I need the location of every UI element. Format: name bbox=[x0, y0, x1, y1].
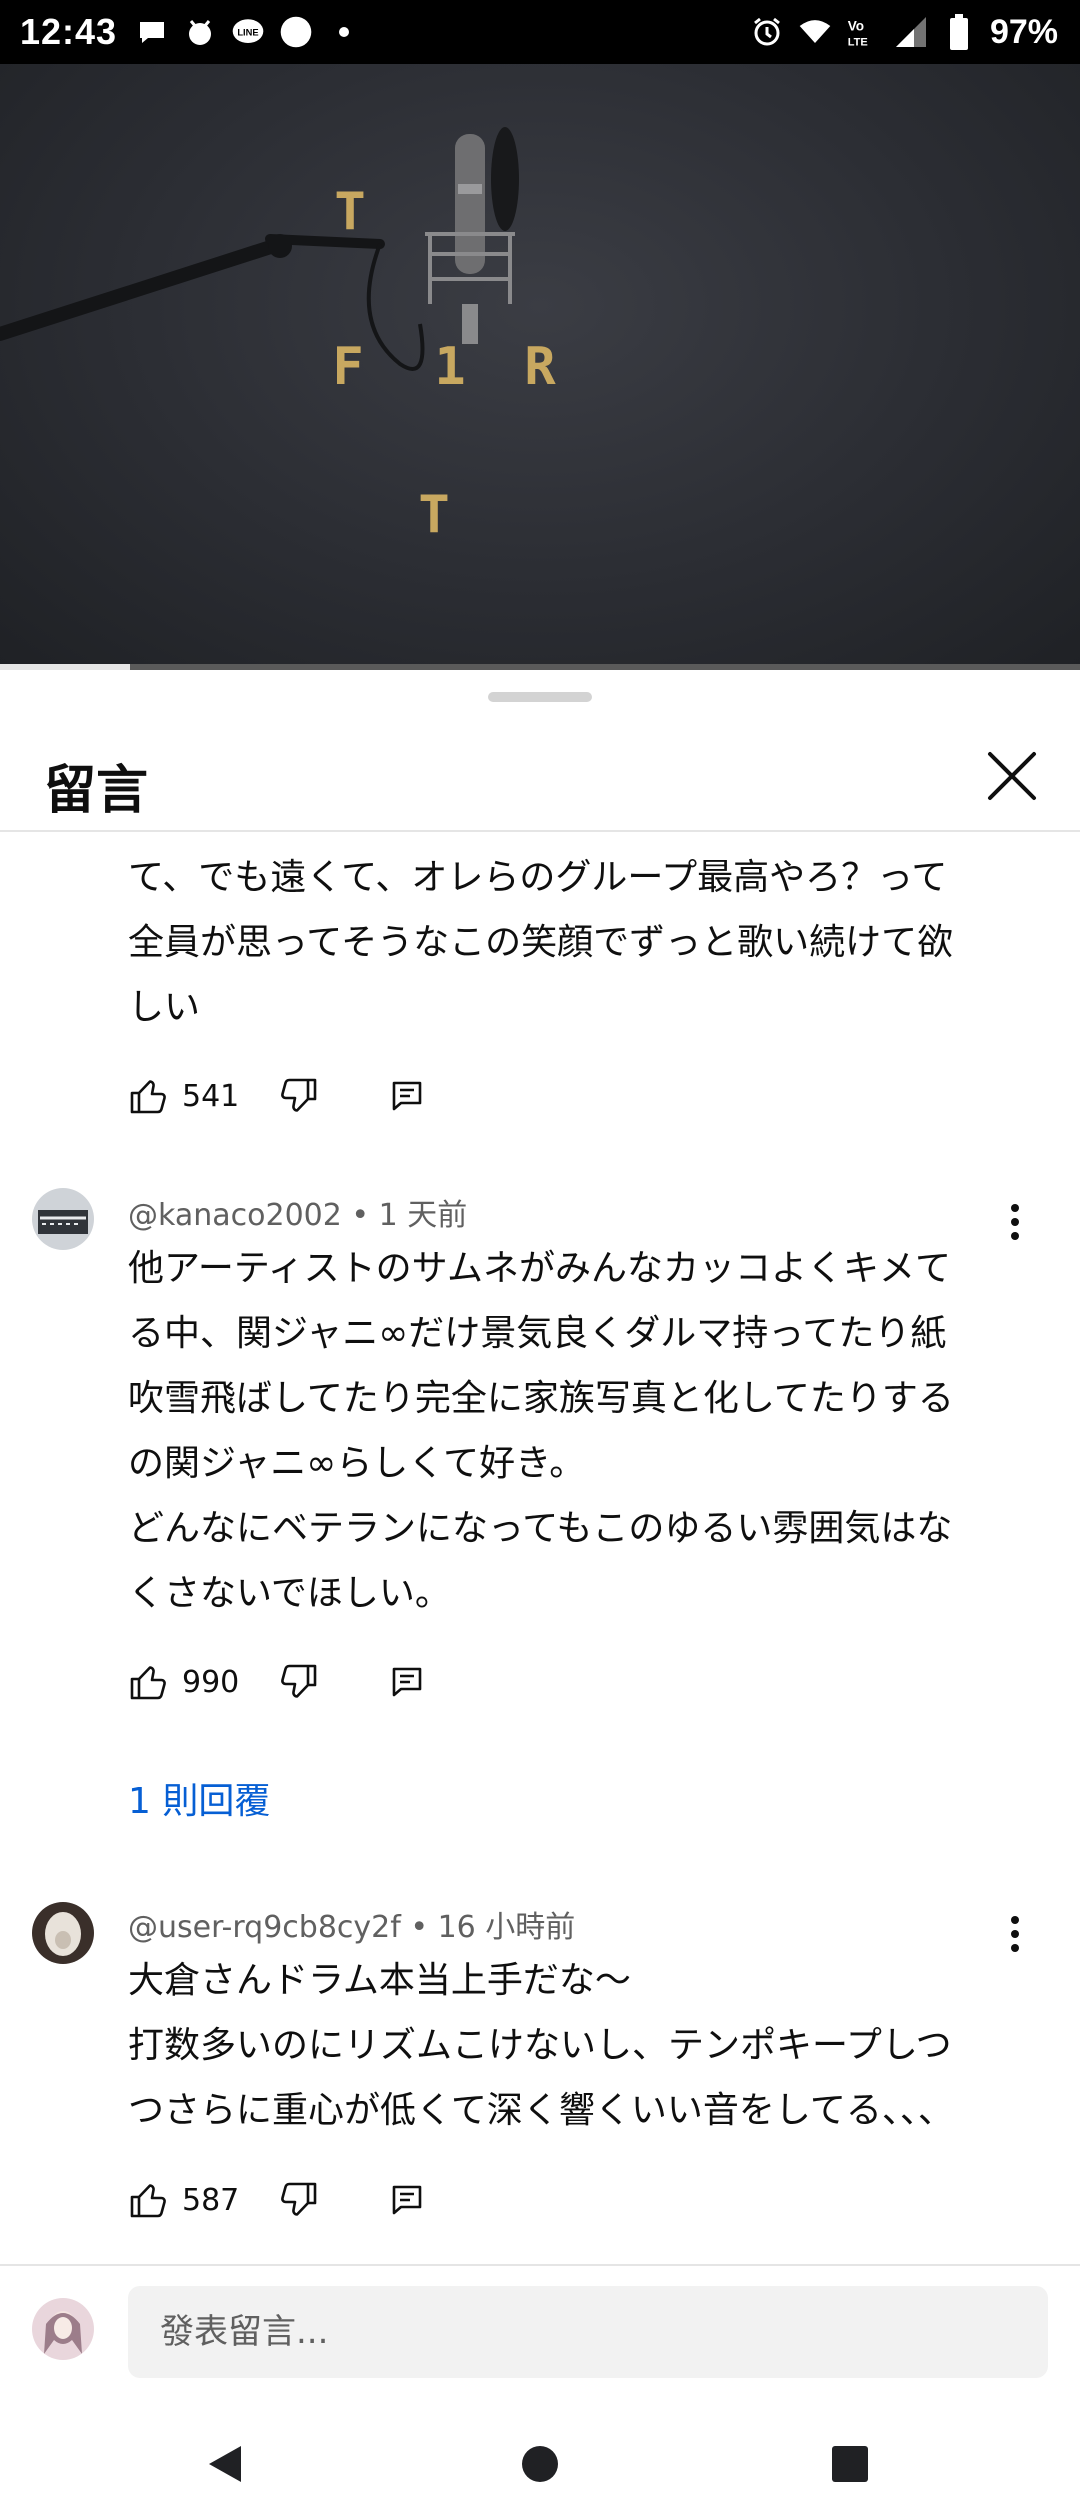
avatar[interactable] bbox=[32, 1188, 94, 1250]
like-count: 541 bbox=[182, 1078, 240, 1114]
reply-button[interactable] bbox=[389, 1664, 425, 1700]
video-letter-t2: T bbox=[418, 485, 449, 545]
status-right-icons: Vo LTE 97% bbox=[750, 13, 1058, 52]
comment-line: 他アーティストのサムネがみんなカッコよくキメて bbox=[128, 1248, 951, 1289]
dislike-button[interactable] bbox=[279, 2180, 319, 2220]
close-button[interactable] bbox=[974, 738, 1050, 814]
close-icon bbox=[988, 752, 1036, 800]
back-icon bbox=[209, 2446, 241, 2482]
like-count: 990 bbox=[182, 1664, 240, 1700]
wifi-icon bbox=[798, 15, 832, 49]
video-letter-t1: T bbox=[334, 182, 365, 242]
like-button[interactable]: 990 bbox=[128, 1662, 239, 1702]
comment-line: 大倉さんドラム本当上手だな～ bbox=[128, 1960, 631, 2001]
composer-divider bbox=[0, 2264, 1080, 2266]
circle-icon bbox=[279, 15, 313, 49]
status-time: 12:43 bbox=[20, 11, 118, 52]
recents-button[interactable] bbox=[820, 2434, 880, 2494]
avatar[interactable] bbox=[32, 1902, 94, 1964]
thumbs-up-icon bbox=[130, 1080, 166, 1114]
volte-icon: Vo LTE bbox=[846, 15, 880, 49]
status-bar: 12:43 LINE Vo LTE 97% bbox=[0, 0, 1080, 64]
drag-handle[interactable] bbox=[488, 692, 592, 702]
sheet-title: 留言 bbox=[44, 761, 149, 821]
reply-comment-icon bbox=[392, 2185, 422, 2215]
comment-line: る中、関ジャニ∞だけ景気良くダルマ持ってたり紙 bbox=[128, 1313, 947, 1354]
reply-comment-icon bbox=[392, 1081, 422, 1111]
home-button[interactable] bbox=[510, 2434, 570, 2494]
comment-line: しい bbox=[128, 987, 201, 1028]
dot-icon bbox=[327, 15, 361, 49]
user-avatar bbox=[32, 2298, 94, 2360]
comment-2-actions: 990 bbox=[128, 1652, 425, 1712]
status-left-icons: LINE bbox=[135, 15, 361, 49]
avatar-image bbox=[32, 1188, 94, 1250]
comment-line: つさらに重心が低くて深く響くいい音をしてる、、、 bbox=[128, 2090, 954, 2131]
alarm-icon bbox=[750, 15, 784, 49]
comment-1-actions: 541 bbox=[128, 1066, 425, 1126]
line-app-icon: LINE bbox=[231, 15, 265, 49]
video-letter-1: 1 bbox=[434, 337, 465, 397]
comment-1-text: て、でも遠くて、オレらのグループ最高やろ？って 全員が思ってそうなこの笑顔でずっ… bbox=[128, 845, 998, 1040]
svg-text:Vo: Vo bbox=[848, 18, 864, 33]
separator-dot: • bbox=[410, 1910, 438, 1945]
view-replies-link[interactable]: 1 則回覆 bbox=[128, 1772, 270, 1824]
comment-3-author-line: @user-rq9cb8cy2f • 16 小時前 bbox=[128, 1902, 575, 1946]
comment-line: 打数多いのにリズムこけないし、テンポキープしつ bbox=[128, 2025, 952, 2066]
more-vert-icon bbox=[1011, 1204, 1019, 1240]
thumbs-down-icon bbox=[281, 1664, 317, 1698]
more-vert-icon bbox=[1011, 1916, 1019, 1952]
dislike-button[interactable] bbox=[279, 1076, 319, 1116]
thumbs-down-icon bbox=[281, 2182, 317, 2216]
svg-text:LTE: LTE bbox=[848, 37, 868, 49]
comment-time: 16 小時前 bbox=[437, 1910, 576, 1945]
battery-percent: 97% bbox=[989, 12, 1058, 51]
back-button[interactable] bbox=[195, 2434, 255, 2494]
signal-icon bbox=[894, 15, 928, 49]
video-letter-r: R bbox=[524, 337, 556, 397]
comment-line: 吹雪飛ばしてたり完全に家族写真と化してたりする bbox=[128, 1378, 954, 1419]
comment-3-text: 大倉さんドラム本当上手だな～ 打数多いのにリズムこけないし、テンポキープしつ つ… bbox=[128, 1948, 998, 2143]
dislike-button[interactable] bbox=[279, 1662, 319, 1702]
comment-line: 全員が思ってそうなこの笑顔でずっと歌い続けて欲 bbox=[128, 922, 954, 963]
comment-input[interactable] bbox=[128, 2286, 1048, 2378]
comment-line: どんなにベテランになってもこのゆるい雰囲気はな bbox=[128, 1508, 953, 1549]
avatar-image bbox=[32, 1902, 94, 1964]
thumbs-down-icon bbox=[281, 1078, 317, 1112]
comment-line: て、でも遠くて、オレらのグループ最高やろ？って bbox=[128, 857, 948, 898]
svg-text:LINE: LINE bbox=[237, 27, 258, 37]
reply-button[interactable] bbox=[389, 2182, 425, 2218]
video-letter-f: F bbox=[332, 337, 363, 397]
reply-comment-icon bbox=[392, 1667, 422, 1697]
user-avatar-image bbox=[32, 2298, 94, 2360]
comment-time: 1 天前 bbox=[378, 1198, 468, 1233]
sheet-header: 留言 bbox=[0, 730, 1080, 830]
thumbs-up-icon bbox=[130, 2184, 166, 2218]
comment-author[interactable]: @user-rq9cb8cy2f bbox=[128, 1910, 401, 1945]
notification-app-icon bbox=[183, 15, 217, 49]
separator-dot: • bbox=[351, 1198, 379, 1233]
system-nav-bar bbox=[0, 2410, 1080, 2520]
comment-2-author-line: @kanaco2002 • 1 天前 bbox=[128, 1190, 467, 1234]
video-player[interactable]: T F 1 R T bbox=[0, 64, 1080, 668]
video-thumbnail-art: T F 1 R T bbox=[0, 127, 556, 545]
header-divider bbox=[0, 830, 1080, 832]
comment-3-actions: 587 bbox=[128, 2170, 425, 2230]
thumbs-up-icon bbox=[130, 1666, 166, 1700]
battery-icon bbox=[942, 14, 976, 50]
reply-button[interactable] bbox=[389, 1078, 425, 1114]
comment-line: の関ジャニ∞らしくて好き。 bbox=[128, 1443, 586, 1484]
like-button[interactable]: 541 bbox=[128, 1076, 239, 1116]
chat-bubble-icon bbox=[135, 15, 169, 49]
like-count: 587 bbox=[182, 2182, 240, 2218]
home-icon bbox=[522, 2446, 558, 2482]
comment-line: くさないでほしい。 bbox=[128, 1573, 451, 1614]
comment-2-text: 他アーティストのサムネがみんなカッコよくキメて る中、関ジャニ∞だけ景気良くダル… bbox=[128, 1236, 998, 1626]
recents-icon bbox=[832, 2446, 868, 2482]
like-button[interactable]: 587 bbox=[128, 2180, 239, 2220]
comment-author[interactable]: @kanaco2002 bbox=[128, 1198, 342, 1233]
